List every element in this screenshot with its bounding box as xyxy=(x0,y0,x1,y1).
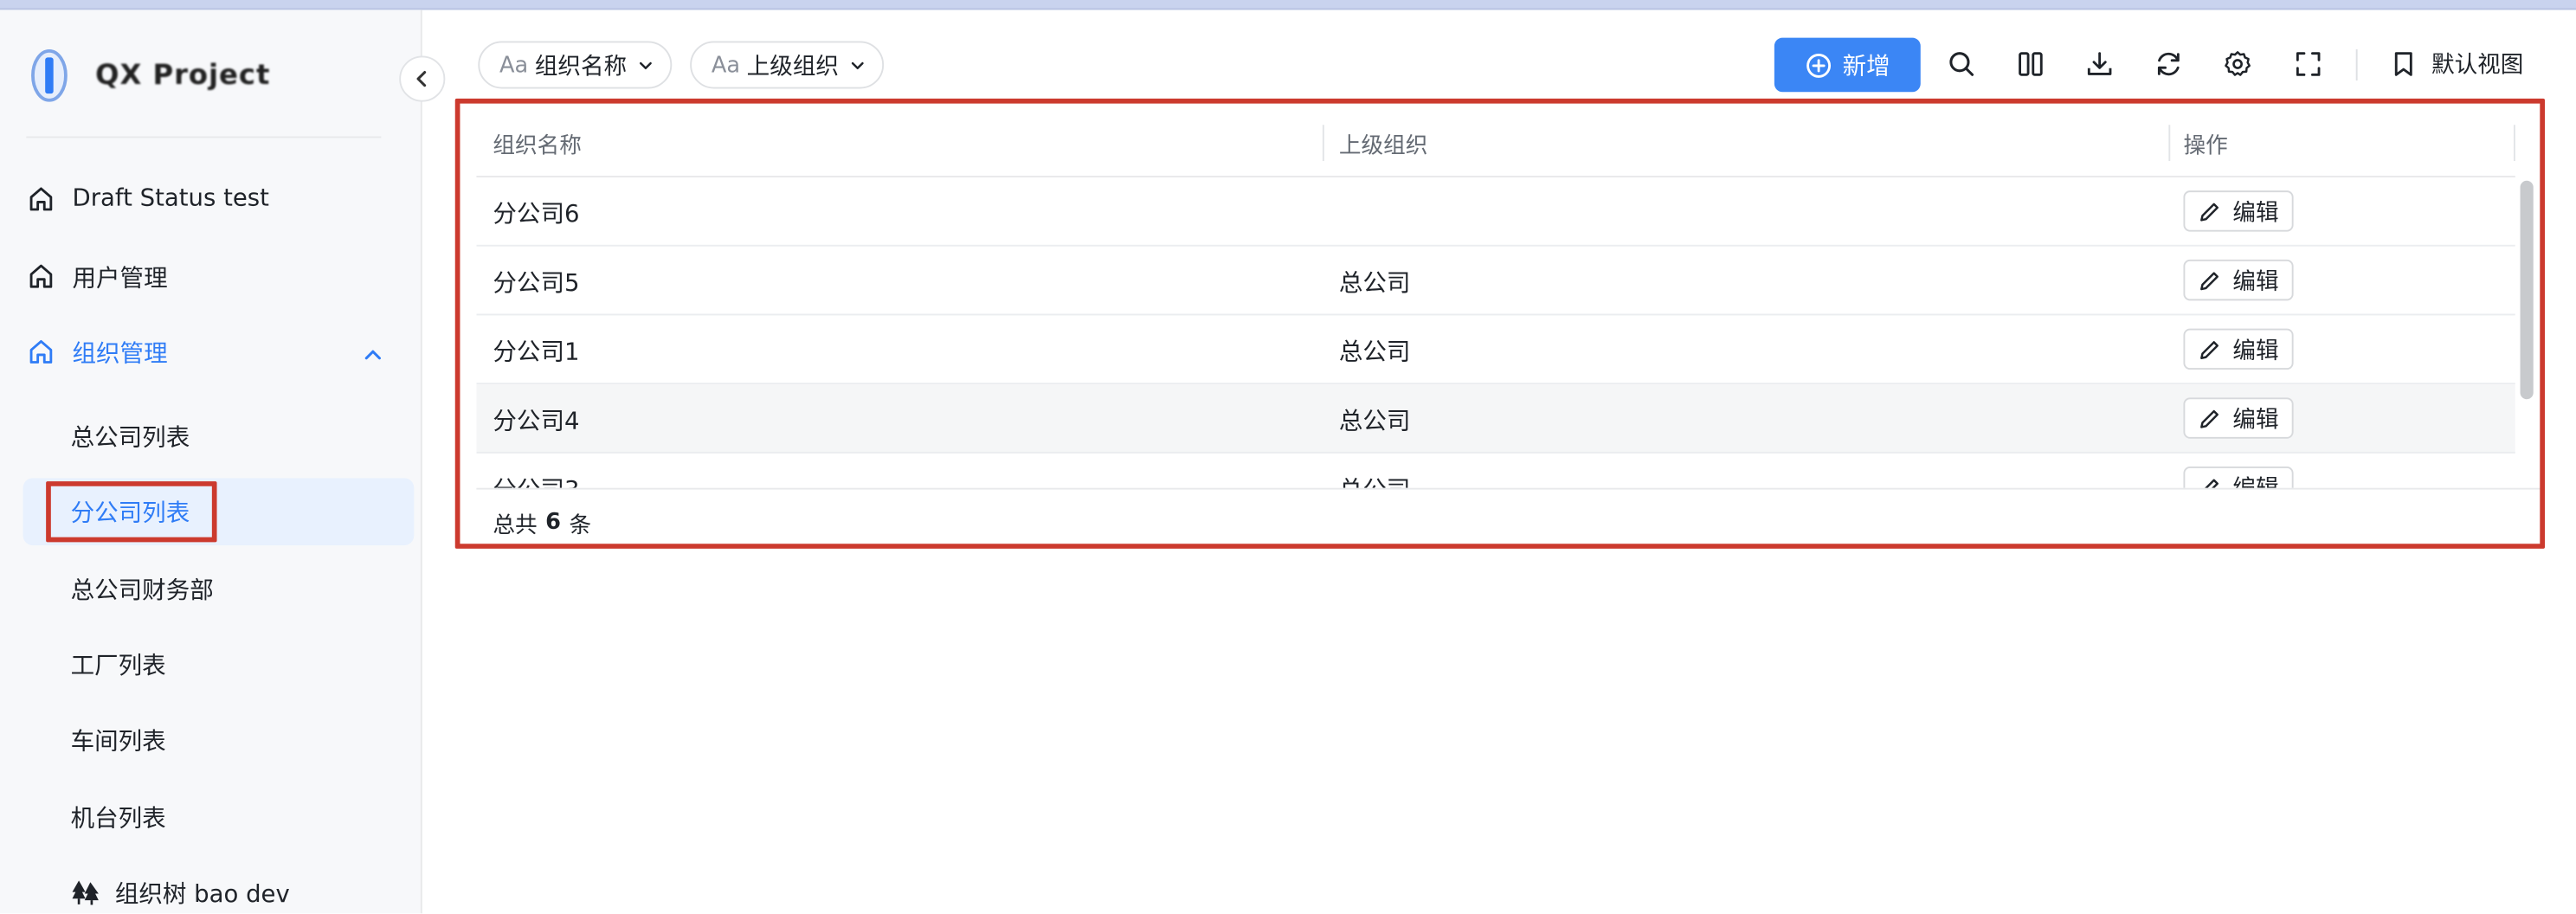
chevron-down-icon xyxy=(848,56,865,73)
filter-org-name[interactable]: Aa 组织名称 xyxy=(478,41,672,89)
sidebar-subitem-workshop-list[interactable]: 车间列表 xyxy=(71,706,166,772)
brand-logo-icon xyxy=(29,48,69,104)
home-icon xyxy=(26,184,55,214)
highlight-box-sidebar xyxy=(46,481,217,543)
filter-label: 上级组织 xyxy=(746,53,839,80)
add-new-label: 新增 xyxy=(1842,54,1890,81)
sidebar-item-org-management[interactable]: 组织管理 xyxy=(26,319,168,384)
bookmark-icon xyxy=(2392,51,2415,77)
plus-circle-icon xyxy=(1805,52,1831,78)
chevron-down-icon xyxy=(637,56,654,73)
sidebar-subitem-factory-list[interactable]: 工厂列表 xyxy=(71,631,166,697)
sidebar-item-user-management[interactable]: 用户管理 xyxy=(26,243,168,309)
home-icon xyxy=(26,261,55,291)
tree-icon xyxy=(71,878,100,907)
text-type-icon: Aa xyxy=(711,51,741,79)
chevron-left-icon xyxy=(412,63,432,94)
brand-divider xyxy=(26,136,382,138)
download-icon[interactable] xyxy=(2085,49,2115,79)
sidebar-item-label: 用户管理 xyxy=(72,265,168,292)
sidebar-subitem-hq-finance[interactable]: 总公司财务部 xyxy=(71,556,214,621)
search-icon[interactable] xyxy=(1947,49,1976,79)
sidebar-subitem-org-tree[interactable]: 组织树 bao dev xyxy=(71,859,290,914)
sidebar-item-draft-status-test[interactable]: Draft Status test xyxy=(26,166,269,232)
sidebar: QX Project xyxy=(0,10,422,914)
sidebar-item-label: 组织树 bao dev xyxy=(114,881,290,908)
sidebar-item-label: Draft Status test xyxy=(72,185,269,212)
columns-icon[interactable] xyxy=(2016,49,2045,79)
sidebar-item-label: 组织管理 xyxy=(72,340,168,368)
highlight-box-table xyxy=(454,98,2546,549)
page: QX Project Draft Status test 用户管理 组织管理 总… xyxy=(0,0,2576,914)
filter-parent-org[interactable]: Aa 上级组织 xyxy=(690,41,884,89)
refresh-icon[interactable] xyxy=(2154,49,2183,79)
default-view-button[interactable]: 默认视图 xyxy=(2392,44,2523,84)
chevron-up-icon[interactable] xyxy=(362,342,385,365)
sidebar-subitem-hq-list[interactable]: 总公司列表 xyxy=(71,402,190,468)
text-type-icon: Aa xyxy=(499,51,529,79)
brand[interactable]: QX Project xyxy=(29,42,270,108)
toolbar-divider xyxy=(2355,48,2358,81)
default-view-label: 默认视图 xyxy=(2431,52,2524,80)
brand-name: QX Project xyxy=(95,59,271,93)
add-new-button[interactable]: 新增 xyxy=(1774,37,1921,93)
sidebar-subitem-machine-list[interactable]: 机台列表 xyxy=(71,783,166,849)
gear-icon[interactable] xyxy=(2223,49,2252,79)
sidebar-collapse-button[interactable] xyxy=(399,55,446,102)
window-top-strip xyxy=(0,0,2576,10)
home-icon xyxy=(26,337,55,366)
filter-label: 组织名称 xyxy=(534,53,628,80)
fullscreen-icon[interactable] xyxy=(2294,49,2323,79)
